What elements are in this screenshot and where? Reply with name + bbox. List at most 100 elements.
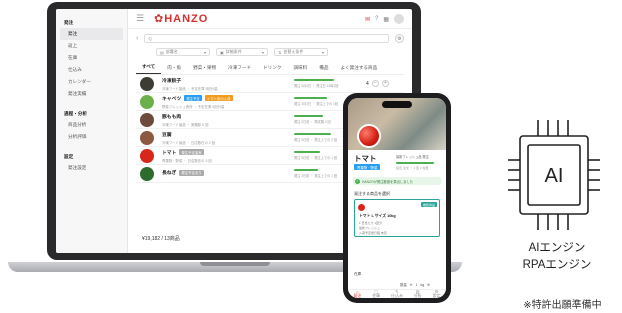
minus-icon[interactable]: − — [371, 80, 379, 87]
card-line: 入荷予定量日程 未定 — [359, 231, 387, 235]
filter-department[interactable]: ▤ 部署名 ▾ — [156, 48, 210, 56]
product-name: 冷凍餃子 — [162, 77, 218, 84]
card-line: 最新フレッシュ — [359, 226, 381, 230]
tab-seasoning[interactable]: 調味料 — [287, 65, 313, 74]
recommendation-banner: ✓ HANZOが発注推奨を算出しました — [353, 177, 441, 185]
product-thumbnail — [140, 130, 154, 145]
recommended-product-card[interactable]: 推奨商品 トマト L サイズ 10kg 1 日当たり 1回分 最新フレッシュ 入… — [354, 199, 440, 237]
chevron-down-icon: ▾ — [203, 49, 206, 55]
product-sub: 野菜フレッシュ食材 ・ 予定在庫 5回分量 — [162, 104, 225, 109]
progress-text: 発注 2日前 ・ 発注上での 1 回 — [294, 174, 338, 178]
sidebar-item-stock[interactable]: 在庫 — [56, 52, 127, 64]
tab-vegetables[interactable]: 野菜・果物 — [187, 65, 222, 74]
sidebar-item-return[interactable]: 返上 — [56, 40, 127, 52]
sidebar-item-order[interactable]: 発注 — [60, 28, 123, 40]
sidebar-item-prep[interactable]: 仕込み — [56, 64, 127, 76]
product-name: 長ねぎ 発注予定あり — [162, 169, 204, 176]
progress-bar — [294, 133, 332, 135]
stock-progress: 発注 2日前 ・ 再試験 2 回 — [294, 115, 338, 124]
progress-bar — [294, 151, 321, 153]
nav-label: 分析 — [413, 293, 422, 298]
card-title: トマト L サイズ 10kg — [359, 214, 396, 218]
caption-line: AIエンジン — [528, 242, 586, 254]
avatar[interactable] — [394, 14, 404, 24]
laptop-notch — [200, 262, 270, 266]
product-name-text: トマト — [162, 150, 177, 156]
top-bar: ☰ ✿HANZO ✉ ? ▦ — [128, 9, 412, 29]
calendar-icon: ▣ — [220, 49, 224, 55]
table-row[interactable]: 冷凍餃子 冷凍フード製品 ・ 予定在庫 3回分量 発注 4月3日 ・ 発注日 1… — [136, 75, 404, 93]
product-stats: 最新フレッシュ品 発注 最近 注文 ・ 1 回 2 在庫 — [396, 154, 442, 170]
logo-text: HANZO — [164, 13, 209, 25]
tab-drinks[interactable]: ドリンク — [257, 65, 287, 74]
gear-icon[interactable]: ⚙ — [395, 34, 404, 43]
filter-sort[interactable]: ⇅ 並替え条件 ▾ — [274, 48, 328, 56]
tab-frequent[interactable]: よく発注する商品 — [334, 65, 383, 74]
filter-row: ▤ 部署名 ▾ ▣ 詳細条件 ▾ ⇅ 並替え条件 ▾ — [128, 43, 412, 56]
menu-icon[interactable]: ☰ — [136, 13, 148, 24]
nav-prep[interactable]: ✎ 仕込み — [391, 290, 403, 298]
nav-stock[interactable]: ▢ 在庫 — [372, 290, 380, 298]
sidebar-item-evaluation[interactable]: 分析評価 — [56, 131, 127, 143]
product-thumbnail — [140, 166, 154, 181]
nav-settings[interactable]: ⚙ 設定 — [433, 290, 441, 298]
stock-label: 在庫 — [354, 272, 362, 276]
plus-icon[interactable]: ⊕ — [427, 283, 430, 287]
nav-label: 仕込み — [390, 293, 403, 298]
tab-all[interactable]: すべて — [136, 64, 162, 74]
top-icons: ✉ ? ▦ — [365, 14, 404, 24]
filter-detail[interactable]: ▣ 詳細条件 ▾ — [216, 48, 268, 56]
progress-bar — [294, 97, 327, 99]
progress-text: 発注 3月3日 ・ 発注上での 1回 — [294, 102, 338, 106]
notification-icon[interactable]: ✉ — [365, 16, 370, 23]
product-name-text: キャベツ — [162, 96, 182, 102]
tab-meat-fish[interactable]: 肉・魚 — [161, 65, 187, 74]
product-name-text: 豆腐 — [162, 132, 172, 138]
stock-progress: 発注 4月3日 ・ 発注日 14時1回 — [294, 79, 338, 88]
order-total: ¥19,182 / 13商品 — [142, 236, 180, 242]
search-input[interactable]: Q — [144, 34, 389, 43]
stock-progress: 発注 5日前 ・ 発注上での 1 回 — [294, 151, 338, 160]
minus-icon[interactable]: ⊖ — [410, 283, 413, 287]
progress-text: 発注 3日前 ・ 発注上での 2 回 — [294, 138, 338, 142]
promo-visual: 発注 発注 返上 在庫 仕込み カレンダー 発注実績 過程・分析 商品分析 分析… — [0, 0, 622, 313]
nav-analysis[interactable]: ▥ 分析 — [414, 290, 422, 298]
back-icon[interactable]: ‹ — [136, 35, 138, 42]
filter-label: 部署名 — [165, 49, 178, 54]
tomato-icon — [358, 204, 365, 211]
product-info: 豚もも肉 冷凍フード製品 ・ 実棚卸 5 回 — [162, 113, 208, 127]
quantity-stepper[interactable]: 数量 ⊖ 1 kg ⊕ — [400, 282, 430, 288]
product-name: 豆腐 — [162, 131, 215, 138]
product-sub: 冷凍フード製品 ・ 日店数在の 2 回 — [162, 140, 216, 145]
nav-label: 在庫 — [372, 293, 381, 298]
qty-value: 1 — [415, 282, 418, 287]
stock-progress: 発注 2日前 ・ 発注上での 1 回 — [294, 169, 338, 178]
tab-frozen[interactable]: 冷凍フード — [222, 65, 257, 74]
grid-icon[interactable]: ▦ — [383, 16, 389, 23]
progress-text: 発注 5日前 ・ 発注上での 1 回 — [294, 156, 338, 160]
patent-note: ※特許出願準備中 — [523, 300, 602, 311]
plus-icon[interactable]: + — [381, 80, 389, 87]
sidebar-item-product-analysis[interactable]: 商品分析 — [56, 119, 127, 131]
nav-label: 発注 — [353, 293, 362, 298]
category-tabs: すべて 肉・魚 野菜・果物 冷凍フード ドリンク 調味料 備品 よく発注する商品 — [136, 63, 404, 75]
help-icon[interactable]: ? — [375, 16, 378, 22]
tab-supplies[interactable]: 備品 — [313, 65, 334, 74]
logo-mark-icon: ✿ — [154, 13, 165, 25]
sidebar-item-order-history[interactable]: 発注実績 — [56, 88, 127, 100]
ai-chip-icon: AI — [508, 120, 600, 230]
product-name: トマト 発注予定量有 — [162, 149, 212, 156]
quantity-stepper[interactable]: 4 − + — [366, 80, 389, 87]
progress-bar — [294, 79, 334, 81]
search-icon: Q — [148, 36, 152, 41]
chevron-down-icon: ▾ — [321, 49, 324, 55]
progress-text: 発注 4月3日 ・ 発注日 14時1回 — [294, 84, 339, 88]
chevron-down-icon: ▾ — [261, 49, 264, 55]
nav-order[interactable]: ⌂ 発注 — [353, 290, 361, 298]
banner-text: HANZOが発注推奨を算出しました — [362, 179, 414, 184]
sidebar-item-order-settings[interactable]: 発注設定 — [56, 162, 127, 174]
sidebar-section-title: 過程・分析 — [64, 111, 87, 116]
search-row: ‹ Q ⚙ — [128, 29, 412, 43]
sidebar-item-calendar[interactable]: カレンダー — [56, 76, 127, 88]
qty-unit: kg — [420, 282, 425, 287]
